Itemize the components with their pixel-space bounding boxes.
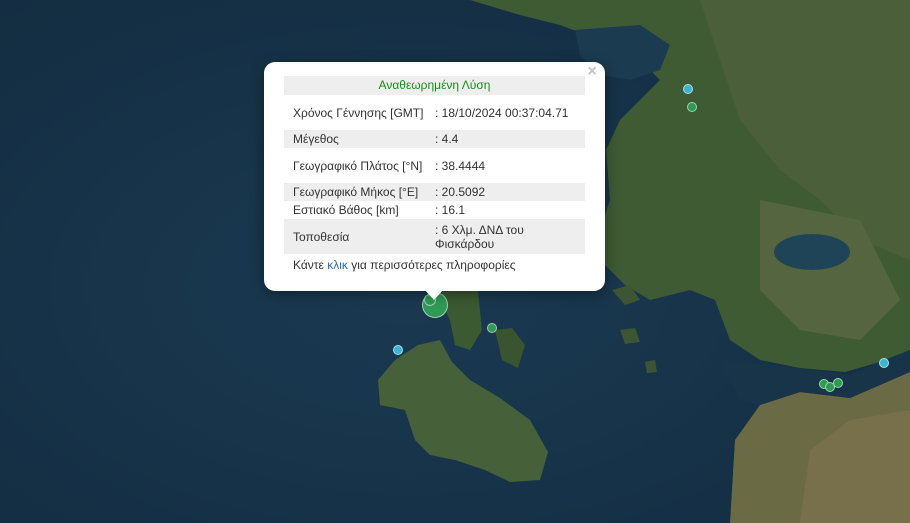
popup-title: Αναθεωρημένη Λύση xyxy=(284,76,585,95)
origin-time-label: Χρόνος Γέννησης [GMT] xyxy=(293,105,424,120)
islet xyxy=(645,360,657,373)
event-marker-green[interactable] xyxy=(487,323,497,333)
close-icon[interactable]: × xyxy=(585,64,599,80)
magnitude-label: Μέγεθος xyxy=(293,132,339,146)
longitude-value: : 20.5092 xyxy=(435,185,486,199)
event-details-table: Χρόνος Γέννησης [GMT] : 18/10/2024 00:37… xyxy=(284,95,585,254)
depth-label: Εστιακό Βάθος [km] xyxy=(293,203,399,217)
longitude-label: Γεωγραφικό Μήκος [°E] xyxy=(293,185,419,199)
depth-value: : 16.1 xyxy=(435,203,466,217)
location-label: Τοποθεσία xyxy=(293,229,350,244)
lake xyxy=(774,234,850,270)
origin-time-value: : 18/10/2024 00:37:04.71 xyxy=(435,105,569,120)
event-marker-cyan[interactable] xyxy=(879,358,889,368)
event-info-popup: × Αναθεωρημένη Λύση Χρόνος Γέννησης [GMT… xyxy=(264,62,605,291)
latitude-label: Γεωγραφικό Πλάτος [°N] xyxy=(293,158,423,173)
event-marker-green[interactable] xyxy=(687,102,697,112)
more-info-line: Κάντε κλικ για περισσότερες πληροφορίες xyxy=(284,256,585,274)
more-info-suffix: για περισσότερες πληροφορίες xyxy=(347,258,516,272)
event-marker-cyan[interactable] xyxy=(393,345,403,355)
event-marker-cyan[interactable] xyxy=(683,84,693,94)
event-marker-green[interactable] xyxy=(833,378,843,388)
location-value: : 6 Χλμ. ΔΝΔ του Φισκάρδου xyxy=(435,222,524,251)
magnitude-value: : 4.4 xyxy=(435,132,459,146)
popup-pointer xyxy=(424,289,444,300)
more-info-prefix: Κάντε xyxy=(293,258,328,272)
more-info-link[interactable]: κλικ xyxy=(327,258,348,272)
latitude-value: : 38.4444 xyxy=(435,158,486,173)
